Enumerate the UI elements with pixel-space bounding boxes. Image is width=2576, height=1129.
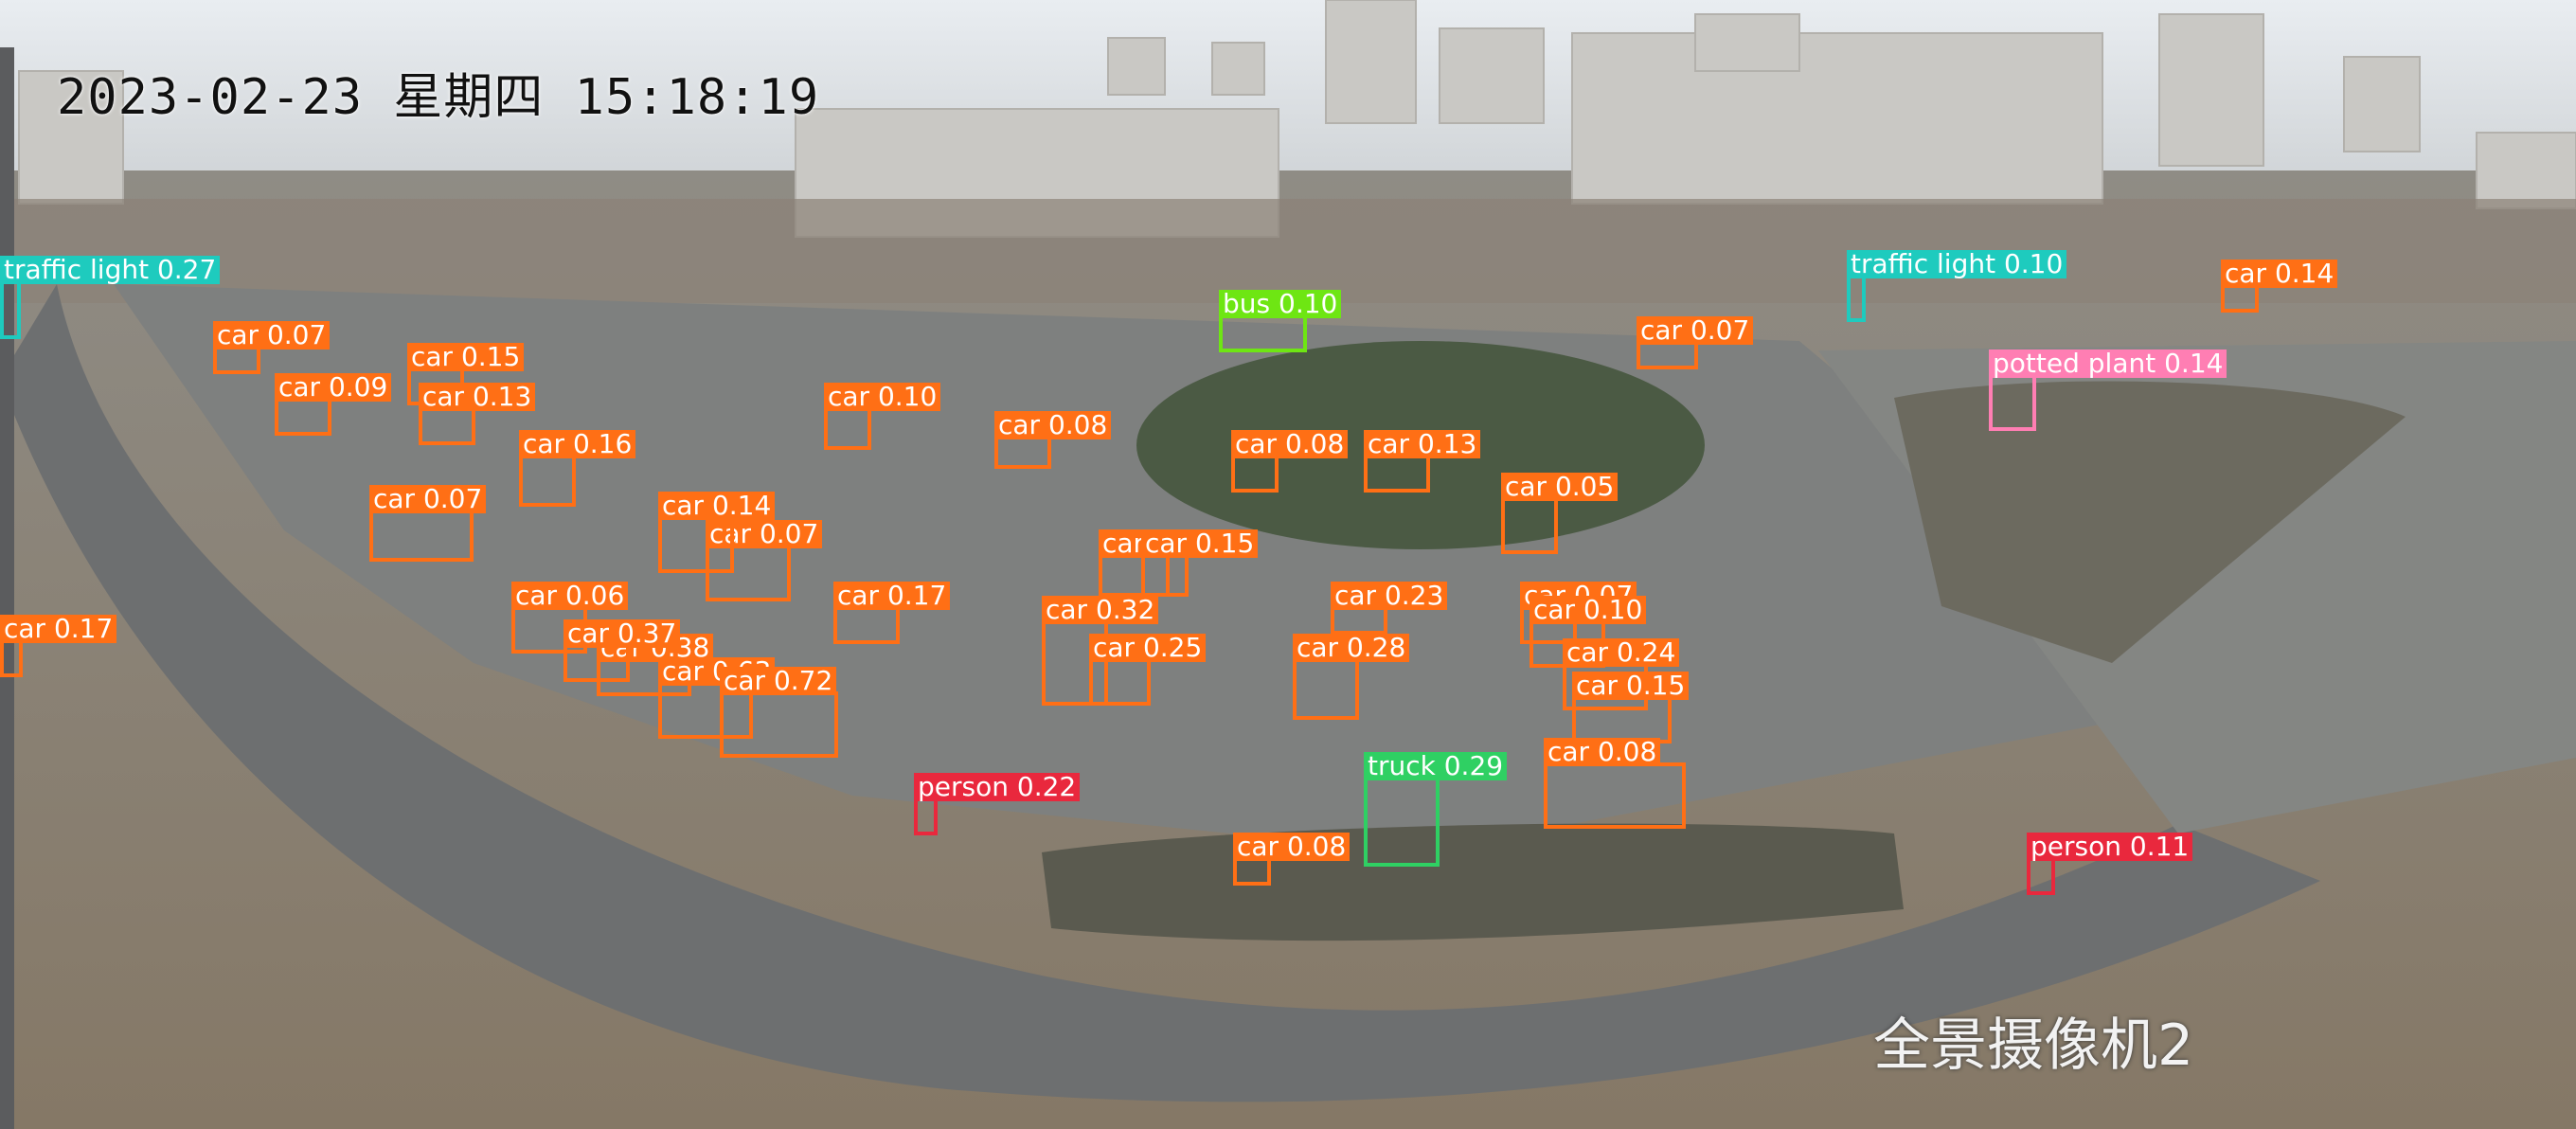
- car-detection-box: car 0.10: [824, 383, 941, 450]
- car-detection-box: car 0.14: [2221, 260, 2338, 313]
- detection-label: car 0.24: [1563, 638, 1680, 667]
- detection-label: car 0.05: [1501, 473, 1619, 501]
- car-detection-box: car 0.25: [1089, 634, 1207, 706]
- truck-detection-box: truck 0.29: [1364, 752, 1508, 867]
- detection-label: car 0.23: [1331, 582, 1448, 610]
- detection-label: car 0.28: [1293, 634, 1410, 662]
- left-building: [0, 47, 14, 1129]
- detection-label: car 0.07: [213, 321, 331, 349]
- car-detection-box: car 0.08: [1544, 738, 1686, 829]
- camera-name-overlay: 全景摄像机2: [1873, 1013, 2194, 1079]
- car-detection-box: car 0.07: [369, 485, 487, 562]
- car-detection-box: car 0.23: [1331, 582, 1448, 635]
- detection-label: car 0.17: [833, 582, 951, 610]
- detection-label: car 0.08: [1233, 833, 1351, 861]
- detection-label: car 0.08: [1231, 430, 1349, 458]
- detection-label: car 0.10: [824, 383, 941, 411]
- detection-label: car 0.32: [1042, 596, 1159, 624]
- camera-scene: [0, 0, 2576, 1129]
- potted-plant-detection-box: potted plant 0.14: [1989, 349, 2227, 431]
- car-detection-box: car 0.08: [1231, 430, 1349, 493]
- detection-label: car 0.13: [1364, 430, 1481, 458]
- detection-label: car 0.09: [275, 373, 392, 402]
- car-detection-box: car 0.16: [519, 430, 636, 507]
- car-detection-box: car 0.13: [419, 383, 536, 445]
- detection-label: car 0.72: [720, 667, 837, 695]
- detection-label: traffic light 0.27: [0, 256, 221, 284]
- detection-label: car 0.13: [419, 383, 536, 411]
- detection-label: car 0.15: [1141, 529, 1259, 558]
- car-detection-box: car 0.09: [275, 373, 392, 436]
- car-detection-box: car 0.72: [720, 667, 838, 758]
- car-detection-box: car 0.05: [1501, 473, 1619, 554]
- car-detection-box: car 0.08: [1233, 833, 1351, 886]
- detection-label: car 0.15: [1572, 672, 1690, 700]
- detection-label: car 0.10: [1530, 596, 1647, 624]
- detection-label: car 0.06: [511, 582, 629, 610]
- detection-label: truck 0.29: [1364, 752, 1508, 780]
- car-detection-box: car 0.07: [1637, 316, 1754, 369]
- detection-label: car 0.16: [519, 430, 636, 458]
- traffic-light-detection-box: traffic light 0.27: [0, 256, 221, 339]
- detection-label: car 0.07: [1637, 316, 1754, 345]
- detection-label: car 0.07: [369, 485, 487, 513]
- detection-label: car 0.08: [1544, 738, 1661, 766]
- detection-label: traffic light 0.10: [1847, 250, 2067, 278]
- car-detection-box: car 0.17: [0, 615, 117, 677]
- detection-label: car 0.14: [2221, 260, 2338, 288]
- traffic-light-detection-box: traffic light 0.10: [1847, 250, 2067, 322]
- detection-label: potted plant 0.14: [1989, 349, 2227, 378]
- person-detection-box: person 0.22: [914, 773, 1081, 835]
- car-detection-box: car 0.17: [833, 582, 951, 644]
- detection-label: person 0.22: [914, 773, 1081, 801]
- detection-label: bus 0.10: [1219, 290, 1342, 318]
- detection-label: person 0.11: [2027, 833, 2193, 861]
- detection-label: car 0.15: [407, 343, 525, 371]
- timestamp-overlay: 2023-02-23 星期四 15:18:19: [57, 69, 820, 126]
- car-detection-box: car 0.37: [564, 619, 681, 682]
- person-detection-box: person 0.11: [2027, 833, 2193, 895]
- car-detection-box: car 0.08: [994, 411, 1112, 469]
- detection-label: car 0.08: [994, 411, 1112, 439]
- car-detection-box: car 0.15: [1141, 529, 1259, 597]
- car-detection-box: car 0.13: [1364, 430, 1481, 493]
- detection-label: car 0.17: [0, 615, 117, 643]
- detection-label: car 0.14: [658, 492, 776, 520]
- car-detection-box: car 0.14: [658, 492, 776, 573]
- car-detection-box: car 0.07: [213, 321, 331, 374]
- bus-detection-box: bus 0.10: [1219, 290, 1342, 352]
- car-detection-box: car 0.28: [1293, 634, 1410, 720]
- detection-label: car 0.37: [564, 619, 681, 648]
- detection-label: car 0.25: [1089, 634, 1207, 662]
